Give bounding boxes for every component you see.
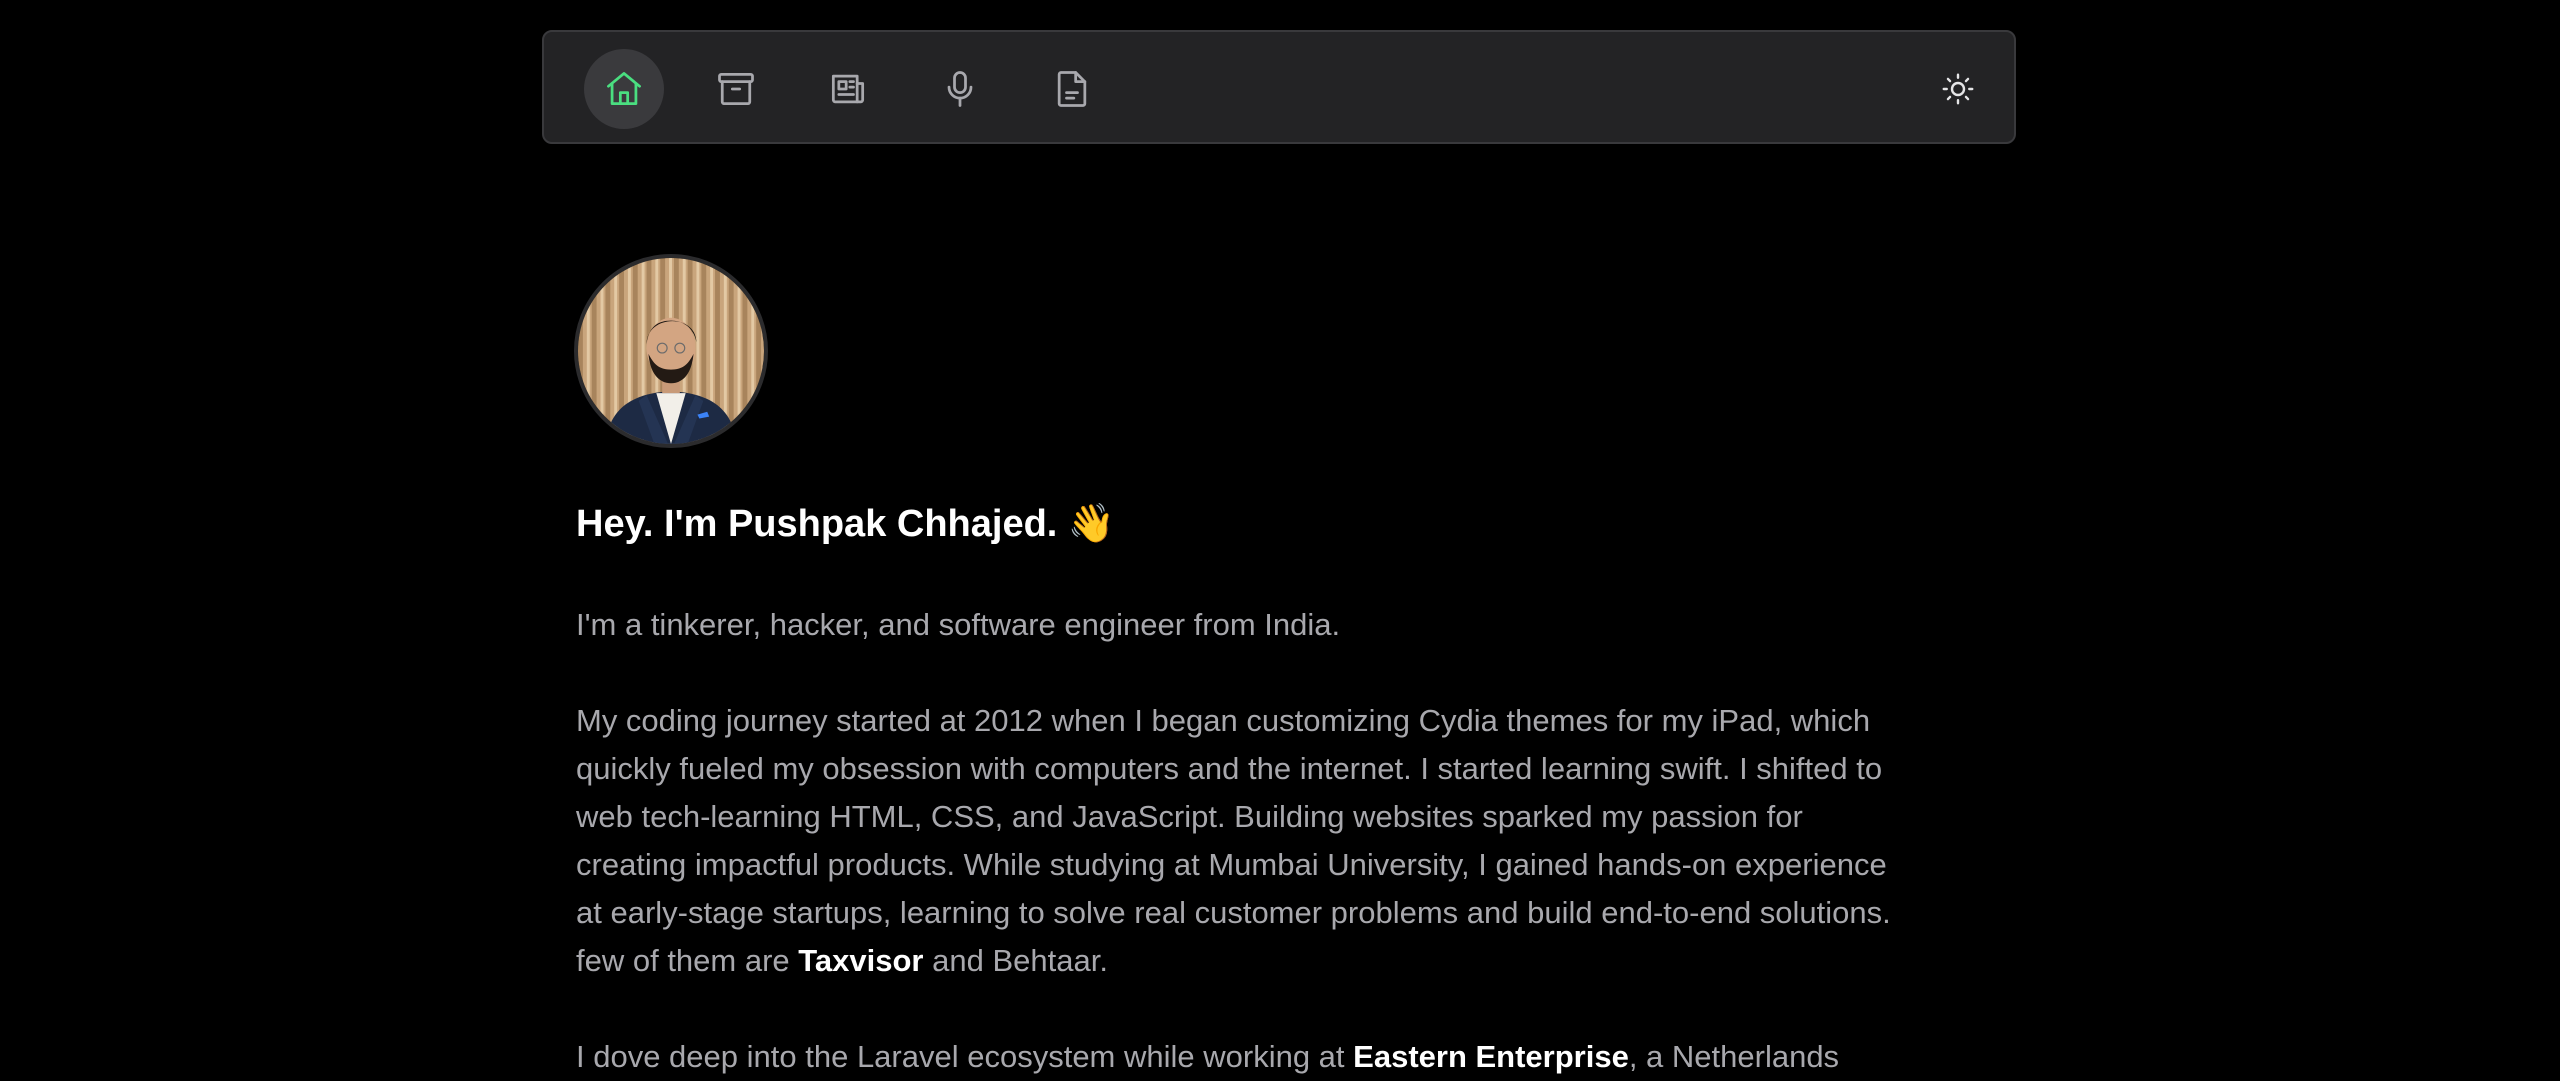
top-navbar (542, 30, 2016, 144)
experience-paragraph: I dove deep into the Laravel ecosystem w… (576, 1039, 1840, 1074)
taxvisor-link[interactable]: Taxvisor (798, 943, 923, 978)
nav-resume[interactable] (1032, 49, 1112, 129)
profile-photo (578, 258, 764, 444)
avatar (574, 254, 768, 448)
theme-toggle-button[interactable] (1928, 59, 1988, 119)
intro-paragraph: I'm a tinkerer, hacker, and software eng… (576, 607, 1341, 642)
eastern-enterprise-link[interactable]: Eastern Enterprise (1353, 1039, 1629, 1074)
microphone-icon (947, 71, 973, 107)
nav-articles[interactable] (808, 49, 888, 129)
newspaper-icon (831, 74, 865, 104)
document-icon (1057, 71, 1087, 107)
nav-podcasts[interactable] (920, 49, 1000, 129)
journey-paragraph: My coding journey started at 2012 when I… (576, 703, 1891, 978)
sun-icon (1942, 73, 1974, 105)
nav-home[interactable] (584, 49, 664, 129)
nav-archive[interactable] (696, 49, 776, 129)
home-icon (607, 72, 641, 106)
page-title: Hey. I'm Pushpak Chhajed. 👋 (576, 503, 1116, 545)
archive-icon (718, 72, 754, 106)
